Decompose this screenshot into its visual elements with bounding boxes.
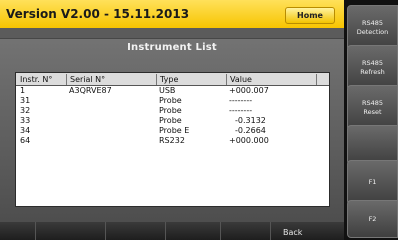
column-header-extra — [316, 74, 330, 85]
table-row[interactable]: 64 RS232 +000.000 — [16, 136, 329, 146]
column-header-type: Type — [156, 74, 226, 85]
cell-instr: 31 — [20, 96, 31, 105]
cell-value: -0.2664 — [235, 126, 266, 135]
side-panel: RS485 Detection RS485 Refresh RS485 Rese… — [344, 0, 398, 240]
column-header-serial: Serial N° — [66, 74, 156, 85]
cell-value: +000.007 — [229, 86, 269, 95]
button-label: F2 — [368, 214, 377, 223]
table-row[interactable]: 33 Probe -0.3132 — [16, 116, 329, 126]
side-button-blank[interactable] — [347, 125, 398, 165]
cell-type: RS232 — [159, 136, 185, 145]
table-row[interactable]: 34 Probe E -0.2664 — [16, 126, 329, 136]
table-row[interactable]: 1 A3QRVE87 USB +000.007 — [16, 86, 329, 96]
cell-value: -------- — [229, 96, 253, 105]
bottom-button-2[interactable] — [105, 222, 165, 240]
instrument-table: Instr. N° Serial N° Type Value 1 A3QRVE8… — [15, 72, 330, 207]
table-row[interactable]: 32 Probe -------- — [16, 106, 329, 116]
cell-serial: A3QRVE87 — [69, 86, 112, 95]
cell-type: Probe — [159, 96, 182, 105]
f2-button[interactable]: F2 — [347, 200, 398, 238]
button-label: RS485 — [361, 19, 384, 27]
button-label: Detection — [356, 28, 389, 36]
bottom-button-4[interactable] — [220, 222, 270, 240]
version-label: Version V2.00 - 15.11.2013 — [6, 7, 190, 21]
f1-button[interactable]: F1 — [347, 160, 398, 205]
cell-instr: 34 — [20, 126, 31, 135]
cell-instr: 33 — [20, 116, 31, 125]
cell-instr: 32 — [20, 106, 31, 115]
button-label: F1 — [368, 178, 377, 186]
title-bar: Version V2.00 - 15.11.2013 Home — [0, 0, 344, 28]
cell-value: -0.3132 — [235, 116, 266, 125]
home-button[interactable]: Home — [285, 7, 335, 24]
bottom-button-1[interactable] — [35, 222, 105, 240]
column-header-value: Value — [226, 74, 316, 85]
table-header: Instr. N° Serial N° Type Value — [16, 73, 329, 86]
main-screen: Version V2.00 - 15.11.2013 Home Instrume… — [0, 0, 344, 240]
page-title: Instrument List — [127, 42, 217, 53]
button-label: Reset — [363, 108, 382, 116]
cell-value: +000.000 — [229, 136, 269, 145]
button-label: RS485 — [361, 59, 384, 67]
back-button-label: Back — [283, 228, 303, 237]
button-label: Refresh — [360, 68, 385, 76]
cell-instr: 64 — [20, 136, 31, 145]
cell-type: USB — [159, 86, 176, 95]
column-header-instr: Instr. N° — [20, 75, 53, 84]
cell-instr: 1 — [20, 86, 26, 95]
cell-type: Probe — [159, 116, 182, 125]
bottom-button-3[interactable] — [165, 222, 220, 240]
table-row[interactable]: 31 Probe -------- — [16, 96, 329, 106]
cell-value: -------- — [229, 106, 253, 115]
cell-type: Probe E — [159, 126, 190, 135]
cell-type: Probe — [159, 106, 182, 115]
sub-header-bar — [0, 28, 344, 39]
button-label: RS485 — [361, 99, 384, 107]
